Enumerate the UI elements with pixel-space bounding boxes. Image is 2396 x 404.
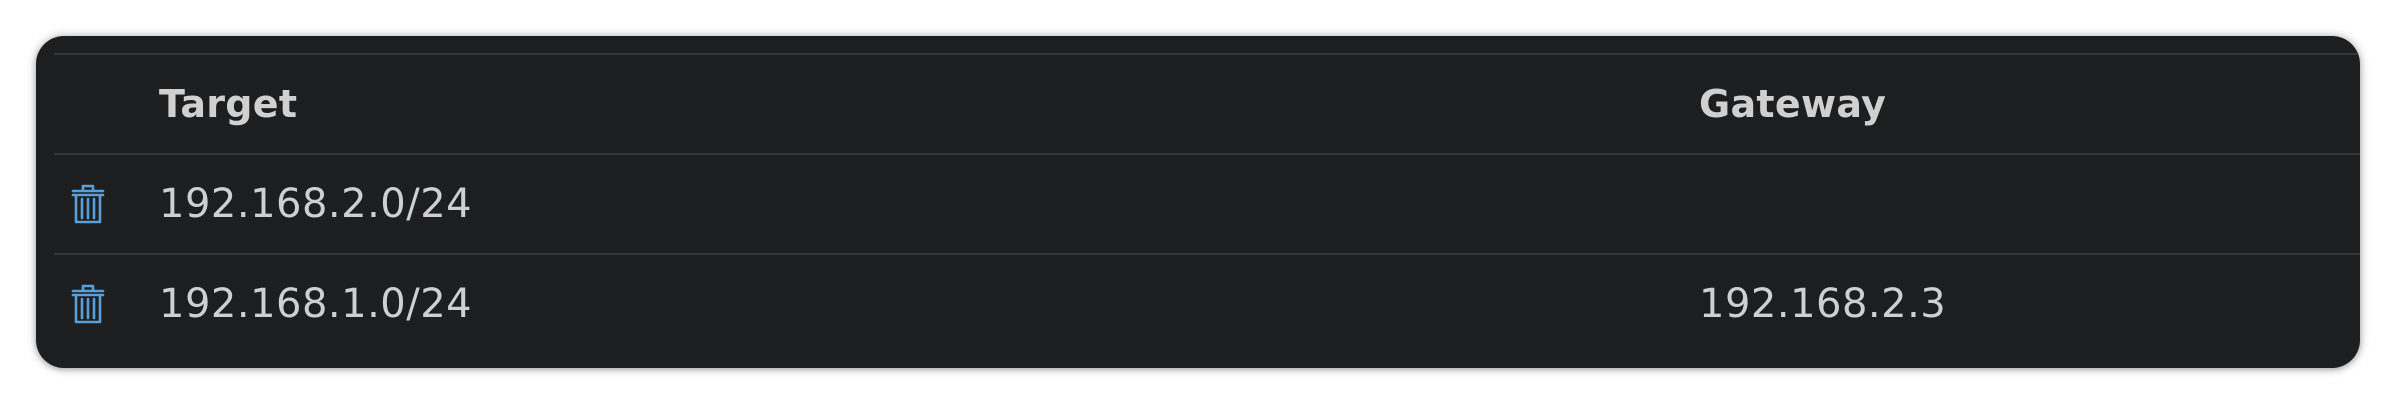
route-target: 192.168.2.0/24 [159, 181, 473, 227]
delete-route-button[interactable] [66, 278, 110, 330]
column-header-gateway: Gateway [1699, 82, 1887, 126]
trash-icon [71, 284, 105, 324]
routes-table: Target Gateway 192.168.2.0/24 192.168.1.… [54, 53, 2360, 368]
route-gateway: 192.168.2.3 [1699, 281, 1947, 327]
table-row: 192.168.2.0/24 [54, 155, 2360, 255]
delete-route-cell [66, 155, 136, 253]
route-target: 192.168.1.0/24 [159, 281, 473, 327]
delete-route-button[interactable] [66, 178, 110, 230]
delete-route-cell [66, 255, 136, 353]
table-header-row: Target Gateway [54, 55, 2360, 155]
routes-panel: Target Gateway 192.168.2.0/24 192.168.1.… [36, 36, 2360, 368]
table-row: 192.168.1.0/24 192.168.2.3 [54, 255, 2360, 353]
trash-icon [71, 184, 105, 224]
column-header-target: Target [159, 82, 298, 126]
